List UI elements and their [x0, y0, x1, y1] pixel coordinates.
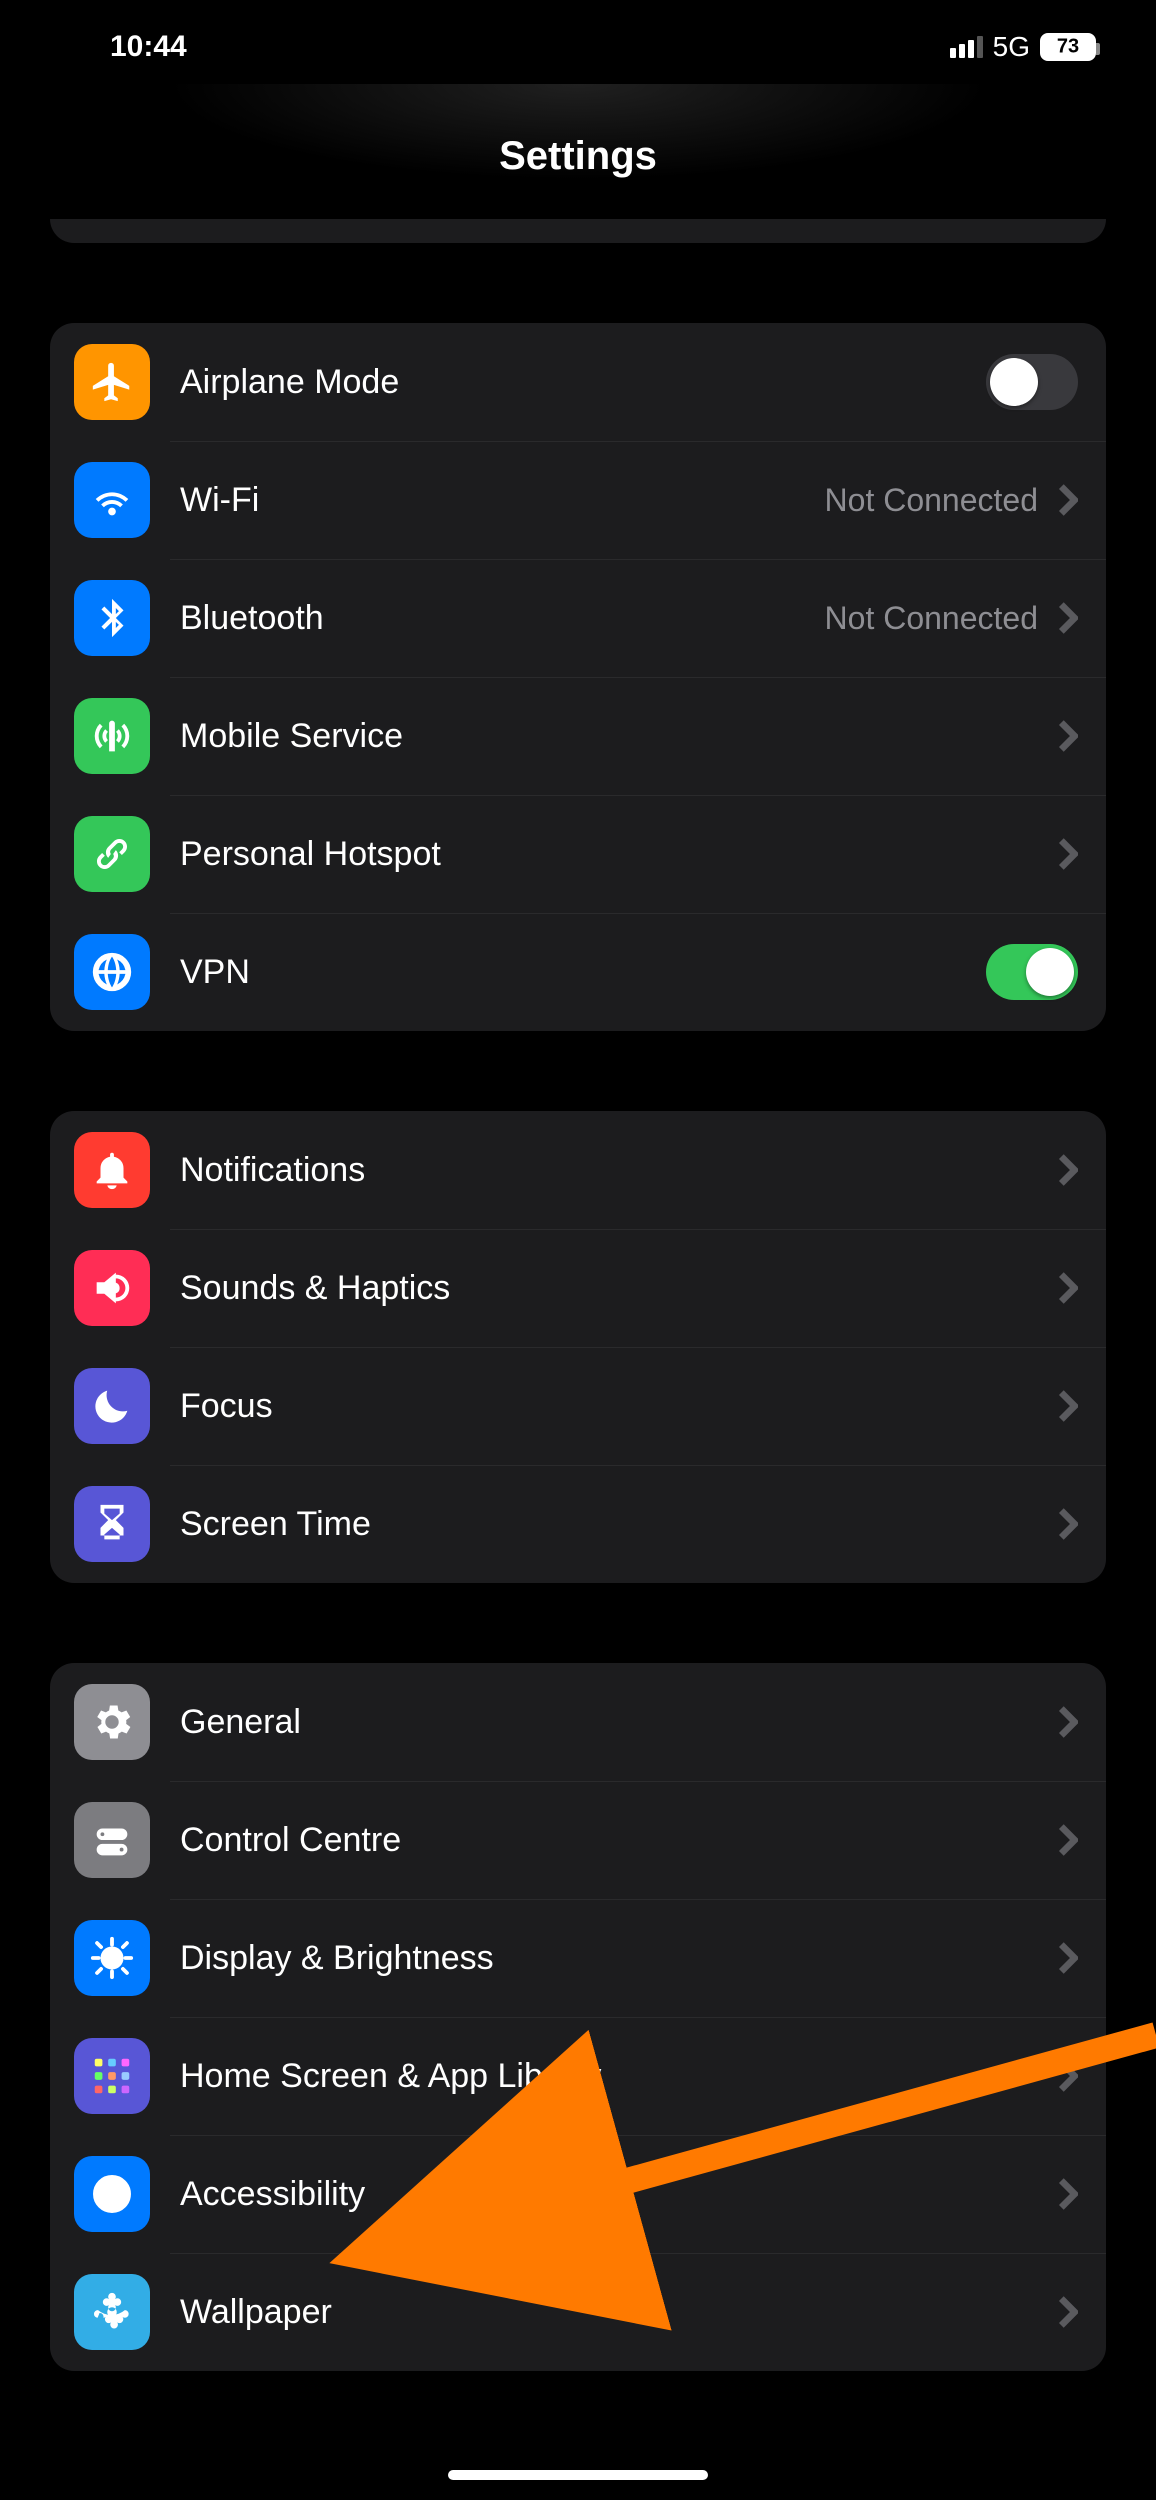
settings-row-label: Accessibility: [180, 2175, 1058, 2214]
settings-row-label: Home Screen & App Library: [180, 2057, 1058, 2096]
hourglass-icon: [74, 1486, 150, 1562]
settings-row-sounds[interactable]: Sounds & Haptics: [50, 1229, 1106, 1347]
settings-row-mobile[interactable]: Mobile Service: [50, 677, 1106, 795]
settings-row-label: Mobile Service: [180, 717, 1058, 756]
settings-row-hotspot[interactable]: Personal Hotspot: [50, 795, 1106, 913]
chevron-right-icon: [1058, 2177, 1078, 2211]
chevron-right-icon: [1058, 2295, 1078, 2329]
settings-row-screentime[interactable]: Screen Time: [50, 1465, 1106, 1583]
previous-group-stub: [50, 219, 1106, 243]
person-circle-icon: [74, 2156, 150, 2232]
bell-icon: [74, 1132, 150, 1208]
settings-row-general[interactable]: General: [50, 1663, 1106, 1781]
bluetooth-icon: [74, 580, 150, 656]
settings-row-bluetooth[interactable]: BluetoothNot Connected: [50, 559, 1106, 677]
switches-icon: [74, 1802, 150, 1878]
settings-row-value: Not Connected: [825, 600, 1038, 637]
settings-row-label: Sounds & Haptics: [180, 1269, 1058, 1308]
settings-row-controlcentre[interactable]: Control Centre: [50, 1781, 1106, 1899]
chevron-right-icon: [1058, 1271, 1078, 1305]
settings-row-label: Bluetooth: [180, 599, 825, 638]
sun-icon: [74, 1920, 150, 1996]
battery-percent: 73: [1057, 36, 1079, 59]
settings-row-vpn[interactable]: VPN: [50, 913, 1106, 1031]
airplane-toggle[interactable]: [986, 354, 1078, 410]
chevron-right-icon: [1058, 601, 1078, 635]
flower-icon: [74, 2274, 150, 2350]
grid-icon: [74, 2038, 150, 2114]
speaker-icon: [74, 1250, 150, 1326]
settings-row-value: Not Connected: [825, 482, 1038, 519]
settings-row-label: General: [180, 1703, 1058, 1742]
settings-row-display[interactable]: Display & Brightness: [50, 1899, 1106, 2017]
chevron-right-icon: [1058, 837, 1078, 871]
settings-group: General Control Centre Display & Brightnes…: [50, 1663, 1106, 2371]
settings-group: Notifications Sounds & Haptics Focus Screen…: [50, 1111, 1106, 1583]
settings-row-label: Personal Hotspot: [180, 835, 1058, 874]
status-right: 5G 73: [950, 31, 1096, 63]
settings-row-label: Airplane Mode: [180, 363, 986, 402]
wifi-icon: [74, 462, 150, 538]
settings-row-label: Screen Time: [180, 1505, 1058, 1544]
chevron-right-icon: [1058, 1153, 1078, 1187]
settings-row-homescreen[interactable]: Home Screen & App Library: [50, 2017, 1106, 2135]
globe-icon: [74, 934, 150, 1010]
chevron-right-icon: [1058, 1705, 1078, 1739]
chevron-right-icon: [1058, 1507, 1078, 1541]
network-type: 5G: [993, 31, 1030, 63]
settings-row-label: Notifications: [180, 1151, 1058, 1190]
chevron-right-icon: [1058, 719, 1078, 753]
signal-bars-icon: [950, 36, 983, 58]
settings-row-label: Wi-Fi: [180, 481, 825, 520]
settings-group: Airplane ModeWi-FiNot ConnectedBluetooth…: [50, 323, 1106, 1031]
antenna-icon: [74, 698, 150, 774]
moon-icon: [74, 1368, 150, 1444]
settings-row-label: Display & Brightness: [180, 1939, 1058, 1978]
battery-icon: 73: [1040, 33, 1096, 61]
home-indicator: [448, 2470, 708, 2480]
page-title: Settings: [0, 134, 1156, 179]
settings-row-accessibility[interactable]: Accessibility: [50, 2135, 1106, 2253]
chevron-right-icon: [1058, 1389, 1078, 1423]
settings-row-label: VPN: [180, 953, 986, 992]
settings-row-wifi[interactable]: Wi-FiNot Connected: [50, 441, 1106, 559]
settings-row-focus[interactable]: Focus: [50, 1347, 1106, 1465]
chevron-right-icon: [1058, 1941, 1078, 1975]
page-header: Settings: [0, 84, 1156, 219]
status-bar: 10:44 5G 73: [0, 0, 1156, 84]
settings-row-label: Wallpaper: [180, 2293, 1058, 2332]
link-icon: [74, 816, 150, 892]
settings-row-notifications[interactable]: Notifications: [50, 1111, 1106, 1229]
gear-icon: [74, 1684, 150, 1760]
settings-row-label: Focus: [180, 1387, 1058, 1426]
chevron-right-icon: [1058, 483, 1078, 517]
status-time: 10:44: [110, 30, 187, 64]
settings-row-label: Control Centre: [180, 1821, 1058, 1860]
chevron-right-icon: [1058, 1823, 1078, 1857]
vpn-toggle[interactable]: [986, 944, 1078, 1000]
airplane-icon: [74, 344, 150, 420]
settings-row-wallpaper[interactable]: Wallpaper: [50, 2253, 1106, 2371]
settings-row-airplane[interactable]: Airplane Mode: [50, 323, 1106, 441]
chevron-right-icon: [1058, 2059, 1078, 2093]
